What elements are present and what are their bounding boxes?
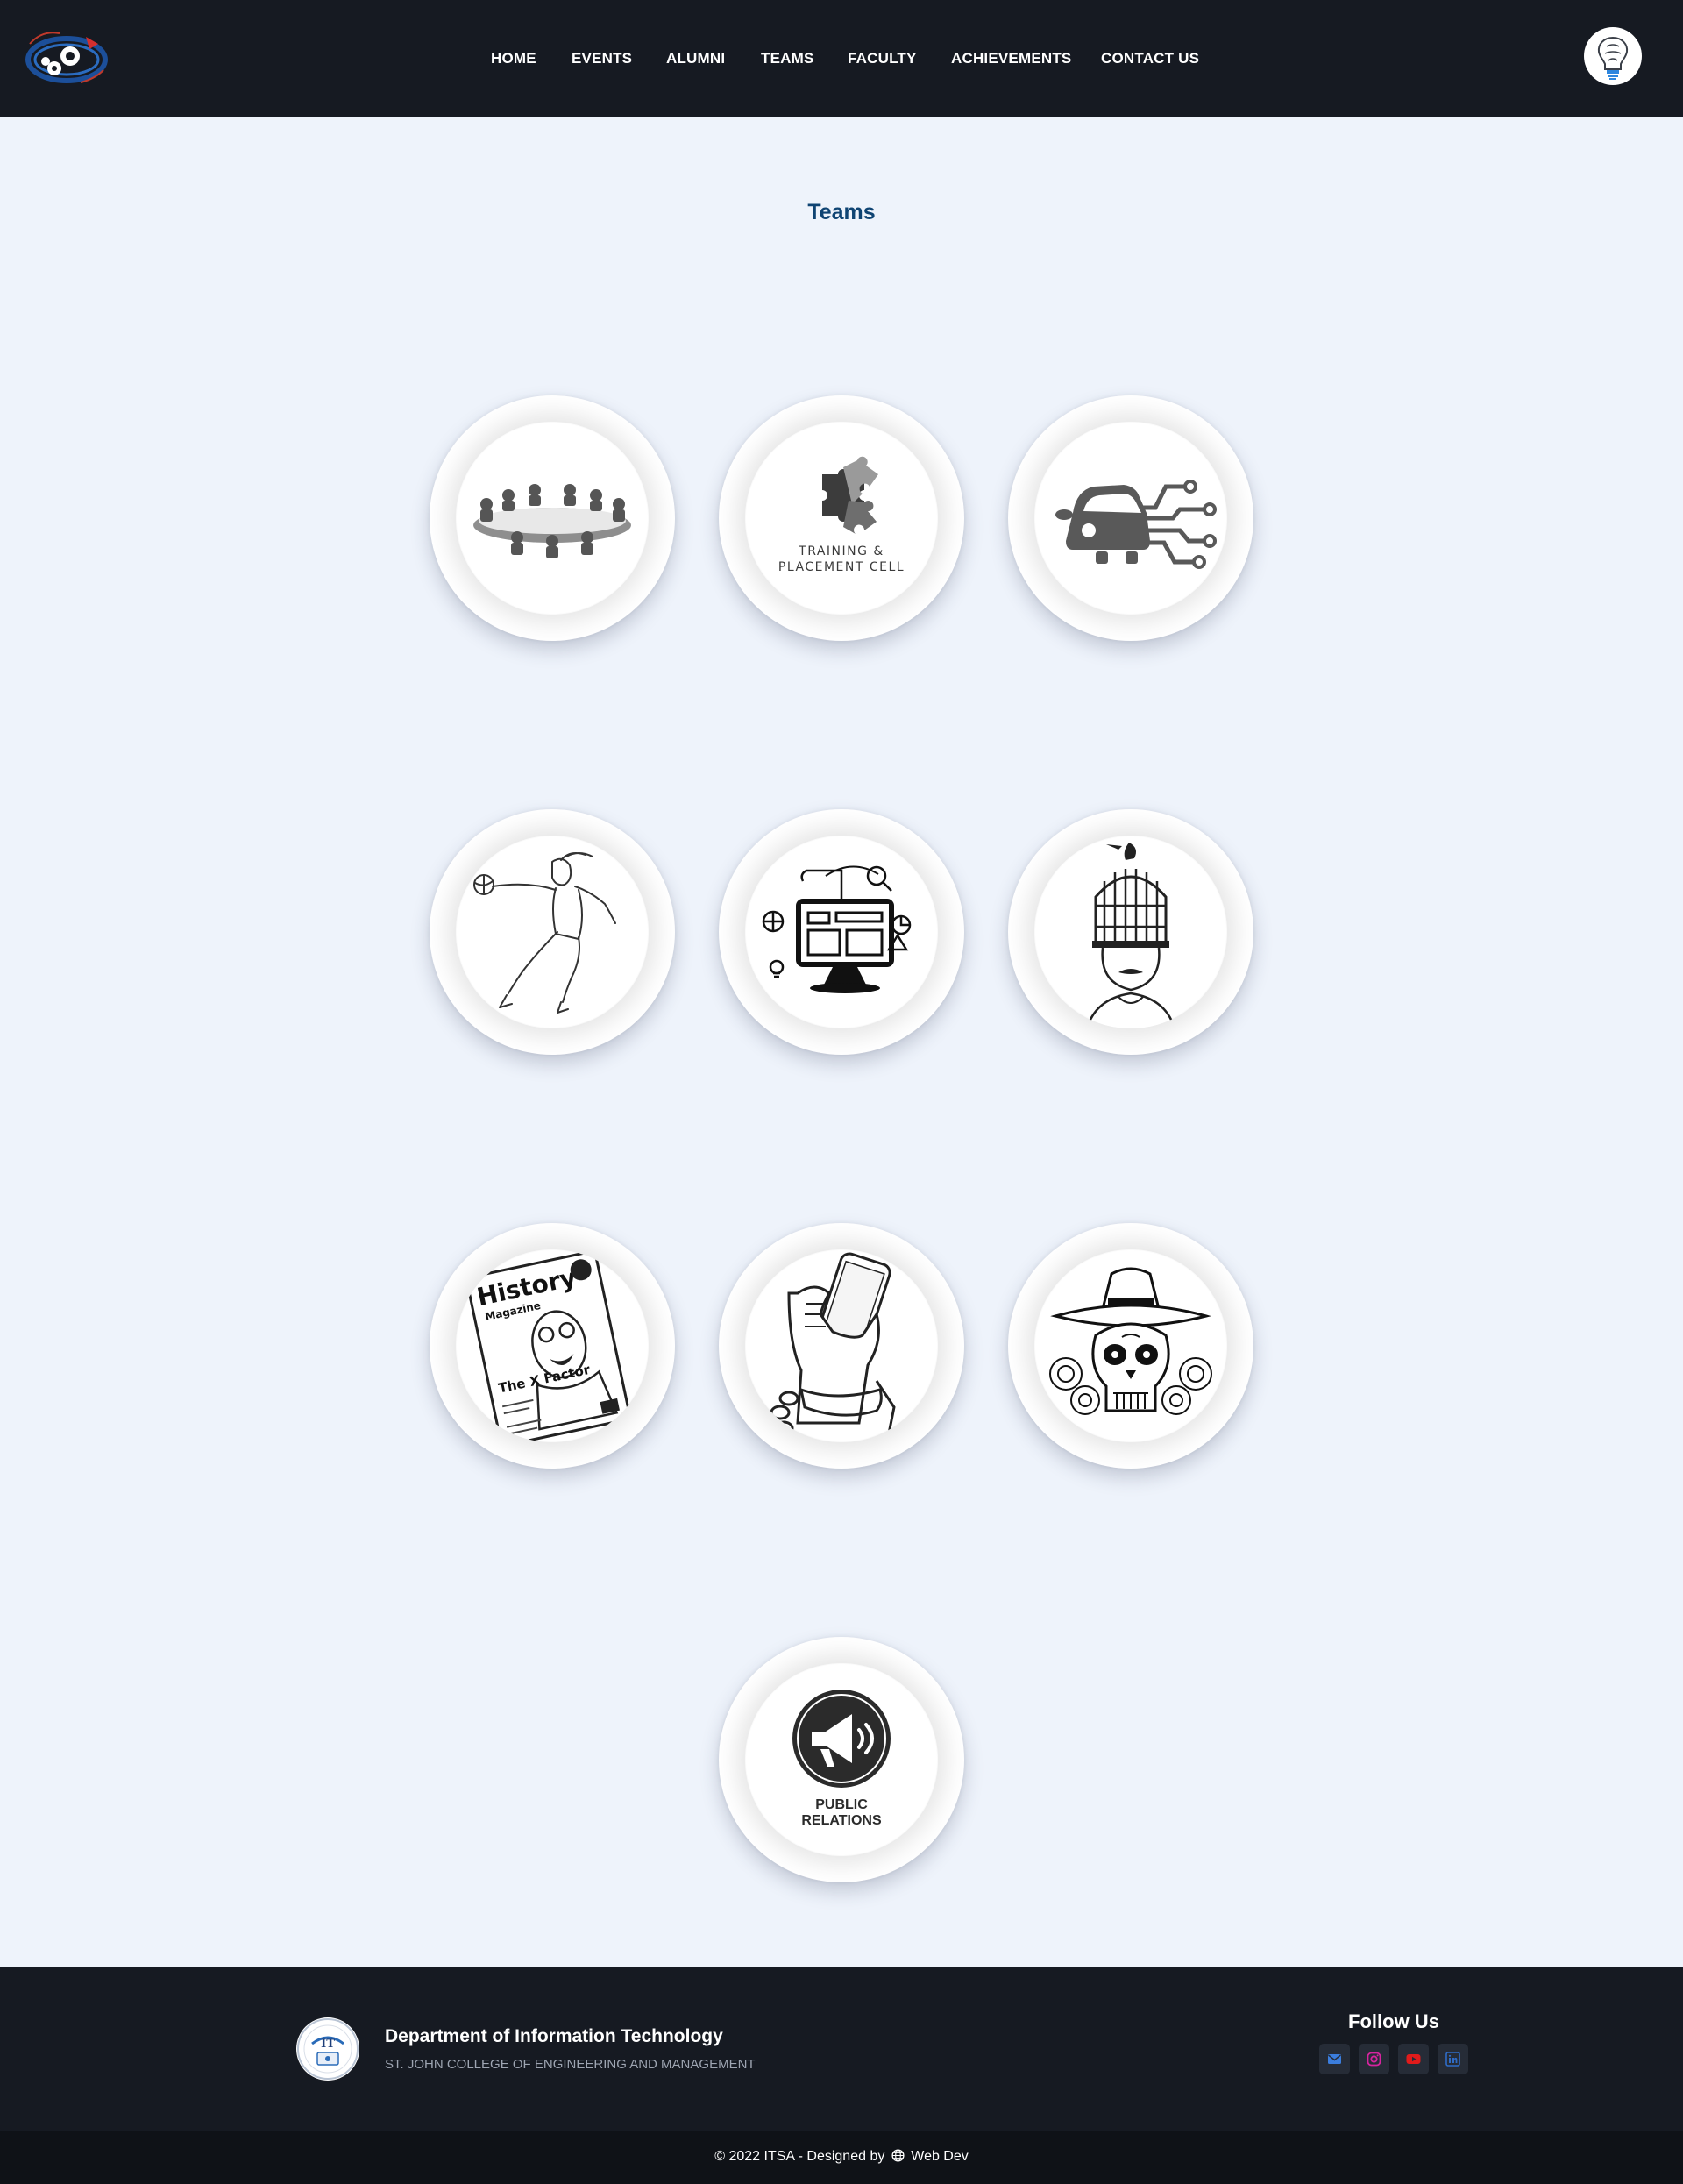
team-image [745, 836, 938, 1028]
dept-title: Department of Information Technology [385, 2026, 723, 2046]
brain-lightbulb-icon[interactable] [1584, 27, 1642, 85]
nav-alumni[interactable]: ALUMNI [666, 50, 725, 68]
pr-caption-2: RELATIONS [801, 1813, 882, 1828]
history-magazine-icon: History Magazine The X Factor [465, 1249, 633, 1442]
basketball-player-icon [473, 852, 616, 1014]
team-card-festival[interactable] [1008, 1223, 1253, 1469]
college-logo-icon: IT [296, 2017, 359, 2081]
team-card-technical[interactable] [719, 809, 964, 1055]
team-image [1034, 836, 1227, 1028]
team-card-cultural[interactable] [1008, 809, 1253, 1055]
college-name: ST. JOHN COLLEGE OF ENGINEERING AND MANA… [385, 2057, 756, 2072]
team-image: TRAINING & PLACEMENT CELL [745, 422, 938, 615]
monitor-analytics-icon [762, 865, 912, 993]
email-link[interactable] [1319, 2044, 1350, 2074]
web-dev-link[interactable]: Web Dev [911, 2149, 969, 2164]
navbar: HOME EVENTS ALUMNI TEAMS FACULTY ACHIEVE… [0, 0, 1683, 117]
nav-events[interactable]: EVENTS [572, 50, 632, 68]
team-card-training-placement[interactable]: TRAINING & PLACEMENT CELL [719, 395, 964, 641]
team-card-magazine[interactable]: History Magazine The X Factor [430, 1223, 675, 1469]
birdcage-head-icon [1085, 843, 1176, 1028]
team-image [456, 836, 649, 1028]
team-image [1034, 1249, 1227, 1442]
team-card-public-relations[interactable]: PUBLIC RELATIONS [719, 1637, 964, 1882]
team-card-sports[interactable] [430, 809, 675, 1055]
instagram-link[interactable] [1359, 2044, 1389, 2074]
chained-phone-hand-icon [770, 1252, 896, 1436]
team-image: PUBLIC RELATIONS [745, 1663, 938, 1856]
pr-caption-1: PUBLIC [815, 1797, 868, 1812]
team-image [456, 422, 649, 615]
linkedin-icon [1445, 2052, 1460, 2067]
team-image [745, 1249, 938, 1442]
nav-teams[interactable]: TEAMS [761, 50, 814, 68]
footer [0, 1967, 1683, 2131]
training-caption-1: TRAINING & [798, 544, 884, 558]
youtube-link[interactable] [1398, 2044, 1429, 2074]
youtube-icon [1406, 2054, 1421, 2064]
training-caption-2: PLACEMENT CELL [778, 560, 905, 574]
team-card-automotive-tech[interactable] [1008, 395, 1253, 641]
megaphone-icon: PUBLIC RELATIONS [792, 1690, 891, 1828]
round-table-meeting-icon [473, 484, 631, 558]
team-card-meeting[interactable] [430, 395, 675, 641]
globe-icon [891, 2149, 905, 2162]
email-icon [1328, 2054, 1341, 2064]
nav-links: HOME EVENTS ALUMNI TEAMS FACULTY ACHIEVE… [0, 0, 1683, 117]
svg-text:IT: IT [321, 2038, 335, 2051]
follow-us-title: Follow Us [1348, 2010, 1439, 2032]
instagram-icon [1367, 2052, 1381, 2067]
car-circuit-icon [1055, 480, 1217, 569]
nav-faculty[interactable]: FACULTY [848, 50, 917, 68]
nav-home[interactable]: HOME [491, 50, 536, 68]
copyright-text: © 2022 ITSA - Designed by [714, 2149, 885, 2164]
linkedin-link[interactable] [1438, 2044, 1468, 2074]
copyright: © 2022 ITSA - Designed by Web Dev [0, 2149, 1683, 2165]
puzzle-training-icon: TRAINING & PLACEMENT CELL [778, 456, 905, 574]
sombrero-skull-icon [1049, 1267, 1212, 1415]
team-card-social-media[interactable] [719, 1223, 964, 1469]
team-image [1034, 422, 1227, 615]
team-image: History Magazine The X Factor [456, 1249, 649, 1442]
nav-contact-us[interactable]: CONTACT US [1101, 50, 1199, 68]
nav-achievements[interactable]: ACHIEVEMENTS [951, 50, 1071, 68]
page-title: Teams [807, 200, 876, 224]
